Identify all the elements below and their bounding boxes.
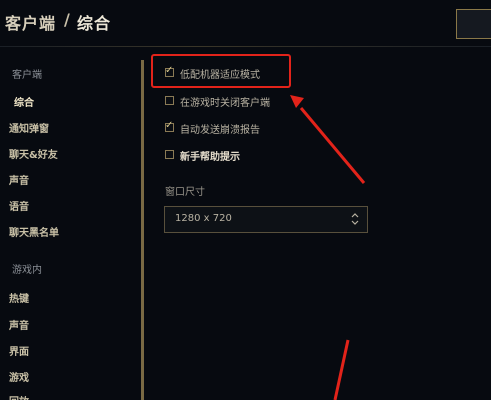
sidebar-item-ingame-sound[interactable]: 声音: [9, 317, 29, 332]
sidebar: 客户端 综合 通知弹窗 聊天&好友 声音 语音 聊天黑名单 游戏内 热键 声音 …: [0, 47, 142, 400]
sidebar-item-interface[interactable]: 界面: [9, 343, 29, 358]
sidebar-item-replay[interactable]: 回放: [9, 393, 29, 400]
close-button[interactable]: [456, 9, 491, 39]
sidebar-section-ingame: 游戏内: [12, 265, 42, 276]
sidebar-item-sound[interactable]: 声音: [9, 172, 29, 187]
header-bar: 客户端 / 综合: [0, 0, 491, 44]
sidebar-item-general[interactable]: 综合: [14, 94, 34, 109]
option-label: 新手帮助提示: [180, 152, 240, 163]
sidebar-item-voice[interactable]: 语音: [9, 198, 29, 213]
option-label: 在游戏时关闭客户端: [180, 98, 270, 109]
sidebar-item-game[interactable]: 游戏: [9, 369, 29, 384]
window-size-label: 窗口尺寸: [165, 187, 205, 198]
checkbox[interactable]: [165, 96, 174, 105]
sidebar-item-hotkeys[interactable]: 热键: [9, 290, 29, 305]
breadcrumb-separator: /: [64, 10, 71, 29]
checkbox[interactable]: ✓: [165, 120, 174, 132]
page-title: 综合: [77, 14, 112, 33]
annotation-arrow-icon: [333, 339, 350, 400]
option-label: 自动发送崩溃报告: [180, 125, 260, 136]
chevron-up-down-icon: [351, 213, 359, 225]
sidebar-section-client: 客户端: [12, 70, 42, 81]
window-size-value: 1280 x 720: [175, 213, 232, 224]
scrollbar-track[interactable]: [141, 60, 144, 400]
annotation-arrow-icon: [290, 95, 366, 184]
sidebar-item-chat-blacklist[interactable]: 聊天黑名单: [9, 224, 59, 239]
check-icon: ✓: [165, 120, 174, 131]
breadcrumb-root[interactable]: 客户端: [5, 10, 56, 34]
annotation-highlight-box: [151, 54, 291, 88]
checkbox[interactable]: [165, 150, 174, 159]
window-size-dropdown[interactable]: 1280 x 720: [164, 206, 368, 233]
sidebar-item-notifications[interactable]: 通知弹窗: [9, 120, 49, 135]
sidebar-item-chat-friends[interactable]: 聊天&好友: [9, 146, 58, 161]
